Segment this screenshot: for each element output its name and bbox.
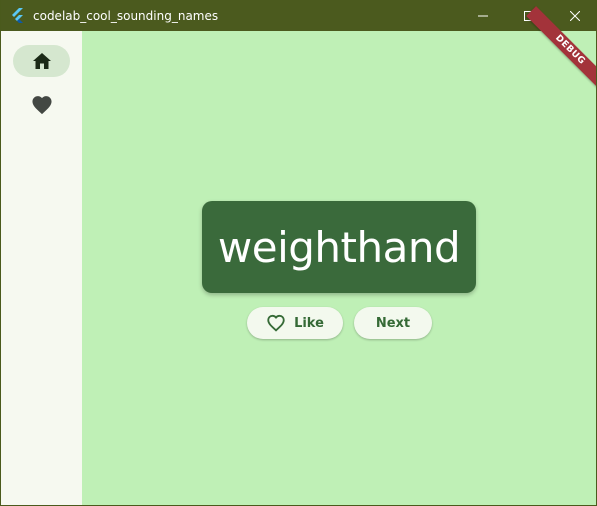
nav-home-item[interactable] bbox=[13, 45, 70, 77]
main-content: DEBUG weighthand Like Next bbox=[82, 6, 596, 505]
heart-icon bbox=[31, 96, 52, 115]
current-word: weighthand bbox=[217, 222, 461, 272]
navigation-rail bbox=[1, 31, 82, 505]
like-button[interactable]: Like bbox=[247, 307, 343, 339]
home-icon bbox=[32, 53, 51, 69]
heart-outline-icon bbox=[266, 314, 286, 332]
flutter-logo-icon bbox=[11, 7, 27, 24]
word-card: weighthand bbox=[202, 201, 476, 293]
nav-favorites-item[interactable] bbox=[13, 89, 70, 121]
close-button[interactable] bbox=[552, 0, 596, 31]
like-button-label: Like bbox=[294, 315, 324, 331]
next-button[interactable]: Next bbox=[354, 307, 432, 339]
title-bar[interactable]: codelab_cool_sounding_names bbox=[1, 0, 596, 31]
close-icon bbox=[570, 10, 580, 21]
window-title: codelab_cool_sounding_names bbox=[33, 8, 219, 23]
minimize-icon bbox=[478, 15, 488, 16]
app-window: codelab_cool_sounding_names DEBUG weight… bbox=[0, 0, 597, 506]
minimize-button[interactable] bbox=[460, 0, 506, 31]
next-button-label: Next bbox=[375, 315, 411, 331]
